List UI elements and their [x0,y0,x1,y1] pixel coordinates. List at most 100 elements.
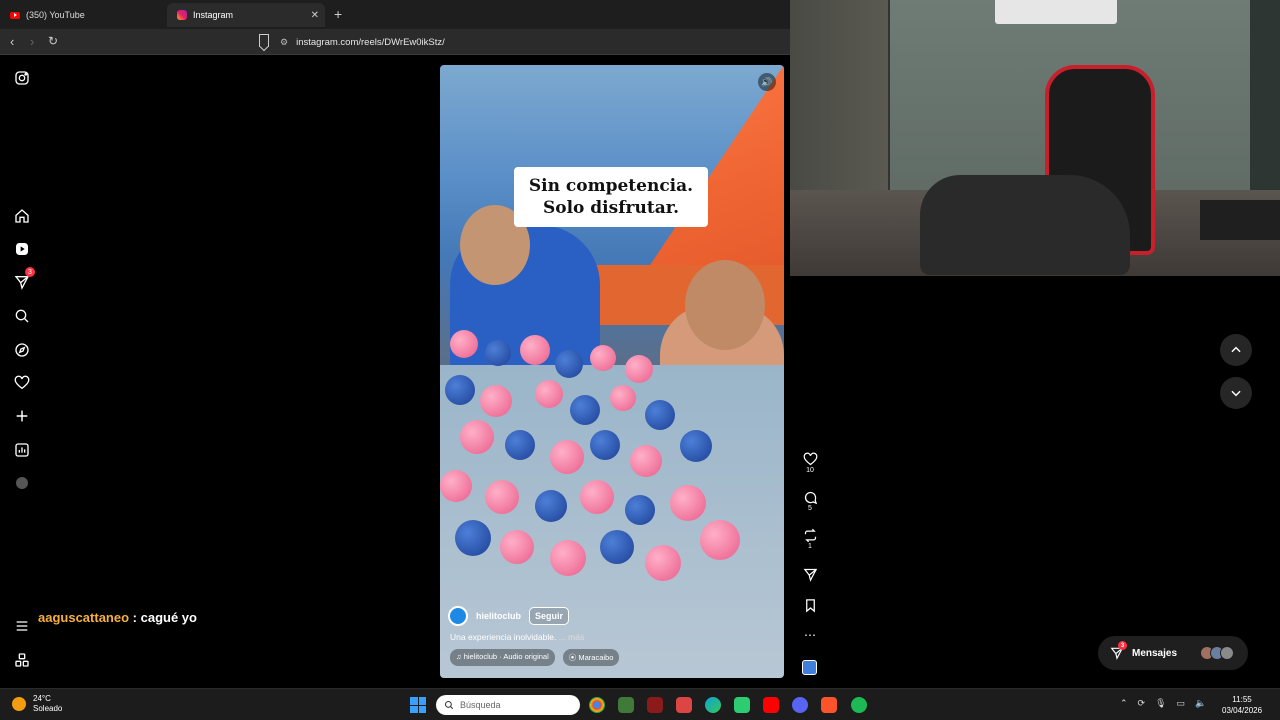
more-link[interactable]: ... más [559,632,585,642]
chevron-up-icon[interactable]: ⌃ [1120,698,1128,709]
microphone-icon[interactable]: 🎙 [1155,698,1166,709]
edge-icon[interactable] [705,697,721,713]
search-icon[interactable] [13,307,30,324]
volume-icon[interactable]: 🔈 [1195,698,1206,709]
taskbar-search[interactable]: Búsqueda [436,695,580,715]
bookmark-icon [805,599,815,613]
pool-ball [550,440,584,474]
pool-ball [450,330,478,358]
direct-icon[interactable]: 3 [13,267,35,290]
reel-video[interactable]: Sin competencia. Solo disfrutar. 🔊 hieli… [440,65,784,678]
avatar [1220,646,1234,660]
network-icon[interactable]: ▭ [1177,698,1186,709]
share-button[interactable] [798,567,822,582]
pool-ball [520,335,550,365]
audio-avatar[interactable] [802,660,817,675]
pool-ball [505,430,535,460]
comment-icon [804,491,817,505]
heart-icon [803,452,817,466]
pool-ball [590,345,616,371]
instagram-icon [177,10,187,20]
pool-ball [440,470,472,502]
like-button[interactable]: 10 [798,452,822,474]
save-button[interactable] [798,598,822,613]
back-icon[interactable]: ‹ [10,34,14,49]
bookmark-icon[interactable] [259,34,269,47]
audio-chip[interactable]: ♫ hielitoclub · Audio original [450,649,555,666]
forward-icon[interactable]: › [30,34,34,49]
windows-start-icon[interactable] [410,697,426,713]
comment-button[interactable]: 5 [798,490,822,512]
weather-condition: Soleado [33,704,63,713]
reel-author: hielitoclub Seguir [448,606,570,626]
pool-ball [625,495,655,525]
clock[interactable]: 11:55 03/04/2026 [1222,694,1262,716]
discord-icon[interactable] [792,697,808,713]
create-icon[interactable] [13,407,30,424]
next-reel-button[interactable] [1220,377,1252,409]
pool-ball [535,490,567,522]
app-icon[interactable] [647,697,663,713]
direct-icon: 3 [1110,641,1127,660]
volume-icon[interactable]: 🔊 [758,73,776,91]
file-icon[interactable] [618,697,634,713]
profile-avatar[interactable] [13,474,30,491]
previous-reel-button[interactable] [1220,334,1252,366]
reels-icon[interactable] [13,240,30,257]
new-tab-button[interactable]: + [334,6,342,22]
site-info-icon[interactable]: ⚙ [280,37,288,48]
close-tab-icon[interactable]: ✕ [311,10,319,21]
brave-icon[interactable] [821,697,837,713]
comment-count: 5 [808,505,812,512]
caption-line: Solo disfrutar. [542,198,680,218]
location-chip[interactable]: ⦿ Maracaibo [562,649,620,666]
repost-button[interactable]: 1 [798,528,822,550]
author-username[interactable]: hielitoclub [476,611,521,621]
audio-label: hielitoclub · Audio original [463,652,549,661]
messages-button[interactable]: 3 Mensajes [1098,636,1248,670]
more-apps-icon[interactable] [13,651,30,668]
sun-icon [12,697,26,711]
pool-ball [455,520,491,556]
explore-icon[interactable] [13,341,30,358]
chat-message: aaguscattaneo : cagué yo [38,610,197,625]
video-caption-card: Sin competencia. Solo disfrutar. [514,167,708,227]
spotify-icon[interactable] [851,697,867,713]
repost-icon [804,528,816,543]
system-tray: ⌃ ⟳ 🎙 ▭ 🔈 [1120,698,1206,709]
chrome-icon[interactable] [589,697,605,713]
url-text: instagram.com/reels/DWrEw0ikStz/ [296,36,445,48]
author-avatar[interactable] [448,606,468,626]
pool-ball [485,480,519,514]
youtube-icon[interactable] [763,697,779,713]
browser-tab-bar: (350) YouTube Instagram ✕ + [0,0,790,29]
search-icon [444,700,454,710]
browser-toolbar: ‹ › ↻ ⚙ instagram.com/reels/DWrEw0ikStz/ [0,29,790,55]
follow-button[interactable]: Seguir [529,607,570,625]
pool-ball [700,520,740,560]
instagram-logo-icon[interactable] [13,69,30,86]
youtube-icon [10,11,20,19]
tab-instagram[interactable]: Instagram ✕ [167,3,325,27]
home-icon[interactable] [13,207,30,224]
reload-icon[interactable]: ↻ [48,34,58,48]
pool-ball [555,350,583,378]
heart-icon[interactable] [13,374,30,391]
app-icon[interactable] [734,697,750,713]
repost-count: 1 [808,543,812,550]
more-options-icon[interactable]: ⋯ [798,628,822,642]
app-icon[interactable] [676,697,692,713]
pool-ball [610,385,636,411]
chevron-up-icon [1231,346,1241,353]
tab-youtube[interactable]: (350) YouTube [0,3,165,27]
weather-widget[interactable]: 24°C Soleado [12,694,62,714]
address-bar[interactable]: ⚙ instagram.com/reels/DWrEw0ikStz/ [280,33,780,51]
pool-ball [645,400,675,430]
messages-badge: 3 [1118,641,1127,650]
sync-icon[interactable]: ⟳ [1138,698,1146,709]
video-person [685,260,765,350]
menu-icon[interactable] [13,617,30,634]
dashboard-icon[interactable] [13,441,30,458]
instagram-sidebar: 3 [0,55,44,688]
pool-ball [570,395,600,425]
